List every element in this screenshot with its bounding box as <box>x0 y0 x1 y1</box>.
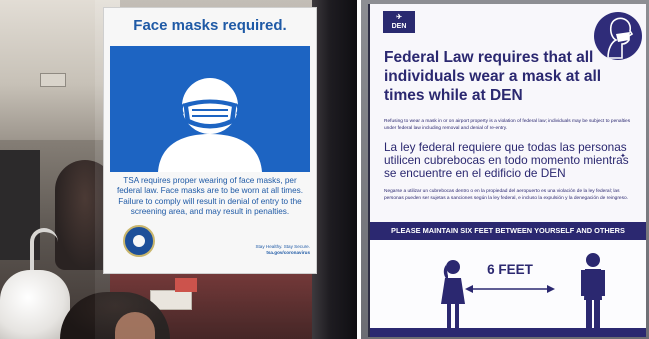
den-english-notice: Refusing to wear a mask in or on airport… <box>384 119 631 131</box>
den-logo-text: DEN <box>391 23 407 30</box>
dhs-seal-icon <box>123 225 155 257</box>
girl-silhouette-icon <box>441 260 465 335</box>
poster-footer: Stay Healthy. Stay Secure. tsa.gov/coron… <box>242 244 310 256</box>
tsa-face-mask-poster: Face masks required. TSA requires proper… <box>104 8 316 273</box>
decorative-star-icon: ✦ <box>620 153 626 160</box>
poster-blue-panel <box>110 46 310 172</box>
boy-silhouette-icon <box>581 253 605 335</box>
den-mask-sign: ✈ DEN Federal Law requires that all indi… <box>368 4 646 337</box>
den-logo-mark: ✈ <box>396 14 402 21</box>
left-photo-tsa-sign: Face masks required. TSA requires proper… <box>0 0 357 339</box>
photo-collage: Face masks required. TSA requires proper… <box>0 0 649 339</box>
poster-title: Face masks required. <box>133 17 287 34</box>
poster-footer-url: tsa.gov/coronavirus <box>266 250 310 255</box>
den-bottom-bar <box>370 328 646 337</box>
window-post <box>312 0 357 339</box>
masked-person-icon <box>158 78 262 172</box>
double-arrow-icon <box>465 285 555 293</box>
den-distance-band: PLEASE MAINTAIN SIX FEET BETWEEN YOURSEL… <box>370 222 646 240</box>
distant-gate-sign <box>40 73 66 87</box>
den-spanish-heading: La ley federal requiere que todas las pe… <box>384 140 629 181</box>
den-spanish-notice: Negarse a utilizar un cubrebocas dentro … <box>384 189 628 201</box>
right-photo-den-sign: ✈ DEN Federal Law requires that all indi… <box>361 0 649 339</box>
white-lamp <box>0 270 70 339</box>
den-logo: ✈ DEN <box>383 11 415 33</box>
poster-body-text: TSA requires proper wearing of face mask… <box>116 176 304 216</box>
six-feet-label: 6 FEET <box>487 262 533 277</box>
den-sign-heading: Federal Law requires that all individual… <box>384 49 602 104</box>
